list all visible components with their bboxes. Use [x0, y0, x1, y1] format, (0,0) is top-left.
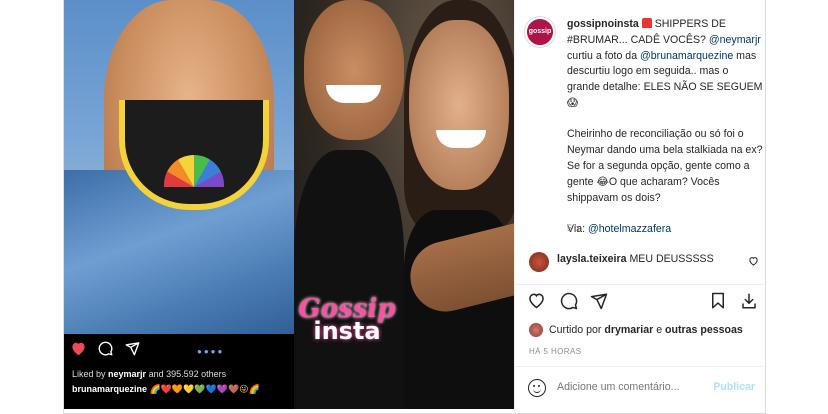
- post-caption: gossipnoinsta SHIPPERS DE #BRUMAR... CAD…: [567, 17, 763, 238]
- emoji-smiley-icon[interactable]: [528, 379, 546, 397]
- mention-link[interactable]: @neymarjr: [709, 34, 761, 46]
- liked-user[interactable]: drymariar: [604, 324, 653, 336]
- add-comment-bar: Publicar: [515, 366, 767, 410]
- liked-middle: e: [653, 324, 666, 336]
- watermark-line-2: insta: [313, 317, 381, 346]
- avatar-label: gossip: [528, 28, 552, 35]
- embedded-comment-icon: [98, 341, 113, 356]
- post-action-bar: [527, 292, 757, 312]
- embedded-liked-prefix: Liked by: [72, 369, 109, 379]
- comment-input[interactable]: [557, 381, 707, 393]
- mention-link[interactable]: @hotelmazzafera: [588, 223, 671, 235]
- post-timestamp: HÁ 5 HORAS: [529, 347, 582, 356]
- like-heart-icon[interactable]: [527, 292, 546, 309]
- comment-body: MEU DEUSSSSS: [626, 253, 714, 265]
- embedded-liked-rest: and 395.592 others: [146, 369, 227, 379]
- liked-others-link[interactable]: outras pessoas: [665, 324, 743, 336]
- author-avatar[interactable]: gossip: [525, 17, 555, 47]
- caption-time: 5 h: [567, 223, 580, 233]
- bookmark-icon[interactable]: [710, 292, 726, 310]
- comment-item: laysla.teixeira MEU DEUSSSSS: [529, 252, 761, 274]
- embedded-caption-user: brunamarquezine: [72, 384, 148, 394]
- download-icon[interactable]: [740, 292, 758, 310]
- divider: [515, 284, 767, 285]
- siren-emoji-icon: [641, 18, 652, 28]
- comment-bubble-icon[interactable]: [560, 292, 578, 310]
- commenter-avatar[interactable]: [529, 252, 549, 272]
- embedded-liked-user: neymarjr: [108, 369, 147, 379]
- author-username[interactable]: gossipnoinsta: [567, 18, 639, 30]
- carousel-dots: ●●●●: [197, 347, 225, 356]
- comment-like-icon[interactable]: [748, 256, 759, 266]
- liker-avatar[interactable]: [529, 323, 543, 337]
- photo-shirt: [294, 150, 404, 409]
- post-image[interactable]: Gossip insta ●●●● Liked by neymarjr and …: [64, 0, 514, 409]
- comment-text: laysla.teixeira MEU DEUSSSSS: [557, 253, 714, 265]
- gossip-insta-watermark: Gossip insta: [292, 296, 402, 346]
- embedded-caption-emojis: 🌈❤️🧡💛💚💙💜🤎😜🌈: [147, 384, 260, 394]
- caption-paragraph-2: Cheirinho de reconciliação ou só foi o N…: [567, 128, 763, 204]
- embedded-caption: brunamarquezine 🌈❤️🧡💛💚💙💜🤎😜🌈: [72, 384, 260, 395]
- commenter-username[interactable]: laysla.teixeira: [557, 253, 627, 265]
- embedded-liked-by: Liked by neymarjr and 395.592 others: [72, 369, 226, 379]
- mention-link[interactable]: @brunamarquezine: [640, 50, 733, 62]
- embedded-heart-icon: [70, 341, 87, 356]
- liked-prefix: Curtido por: [549, 324, 605, 336]
- photo-face-1: [304, 0, 404, 140]
- post-frame: Gossip insta ●●●● Liked by neymarjr and …: [63, 0, 767, 414]
- photo-face-2: [409, 20, 509, 190]
- publish-button[interactable]: Publicar: [713, 381, 755, 393]
- post-side-panel: gossip gossipnoinsta SHIPPERS DE #BRUMAR…: [514, 0, 767, 414]
- caption-text-2: curtiu a foto da: [567, 49, 641, 62]
- embedded-action-row: ●●●●: [70, 341, 295, 361]
- share-paper-plane-icon[interactable]: [590, 292, 608, 310]
- embedded-share-icon: [125, 341, 140, 356]
